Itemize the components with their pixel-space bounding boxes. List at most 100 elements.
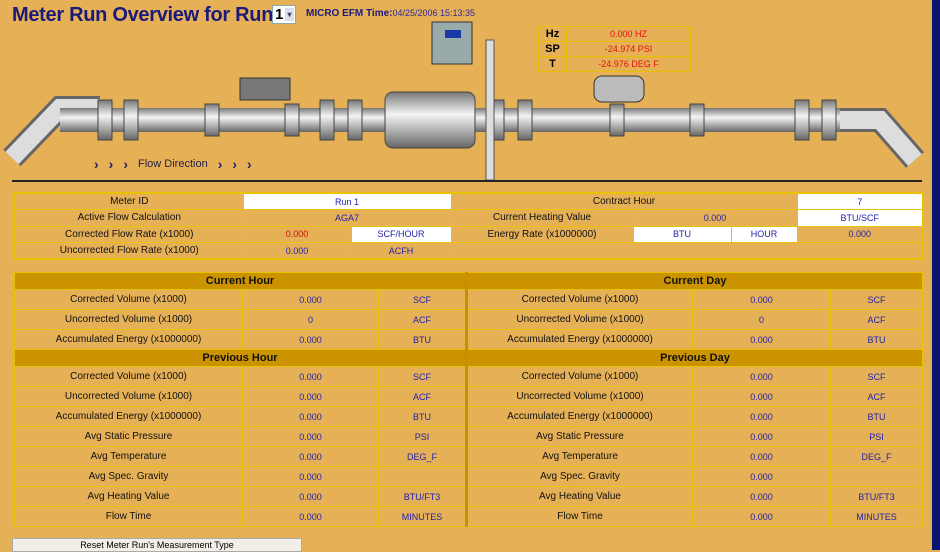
table-row: Flow Time 0.000 MINUTES Flow Time 0.000 MINUT…	[14, 506, 923, 527]
day-unit: BTU/FT3	[830, 486, 923, 507]
table-row: Accumulated Energy (x1000000) 0.000 BTU Acc…	[14, 406, 923, 427]
row-label: Avg Temperature	[465, 446, 693, 467]
hour-value: 0.000	[242, 506, 379, 527]
hour-unit: BTU	[378, 329, 467, 350]
hour-unit: MINUTES	[378, 506, 467, 527]
row-label: Avg Temperature	[14, 446, 243, 467]
time-label: MICRO EFM Time:	[306, 8, 393, 19]
efm-time: MICRO EFM Time:04/25/2006 15:13:35	[306, 8, 475, 19]
empty-cell	[450, 242, 924, 260]
row-label: Accumulated Energy (x1000000)	[465, 329, 693, 350]
hour-value: 0.000	[242, 466, 379, 487]
row-label: Corrected Volume (x1000)	[14, 366, 243, 387]
divider	[12, 180, 922, 182]
process-row: T -24.976 DEG F	[538, 56, 691, 72]
hour-unit: BTU	[378, 406, 467, 427]
day-unit: SCF	[830, 289, 923, 310]
hour-unit: DEG_F	[378, 446, 467, 467]
hour-value: 0.000	[242, 289, 379, 310]
flow-direction: › › › Flow Direction › › ›	[94, 156, 252, 172]
flow-direction-label: Flow Direction	[138, 158, 208, 170]
table-row: Avg Temperature 0.000 DEG_F Avg Temperature…	[14, 446, 923, 467]
hour-unit: SCF	[378, 366, 467, 387]
corrected-rate-unit-field[interactable]: SCF/HOUR	[350, 225, 452, 243]
chevron-right-icon: ›	[94, 156, 99, 172]
meter-id-field[interactable]: Run 1	[242, 192, 452, 210]
table-row: Uncorrected Volume (x1000) 0.000 ACF Uncorr…	[14, 386, 923, 407]
row-label: Uncorrected Volume (x1000)	[14, 386, 243, 407]
day-unit: MINUTES	[830, 506, 923, 527]
uncorrected-rate-unit: ACFH	[350, 242, 452, 260]
row-label: Avg Static Pressure	[14, 426, 243, 447]
section-header-row: Current Hour Current Day	[14, 272, 923, 290]
row-label: Avg Heating Value	[14, 486, 243, 507]
row-label: Accumulated Energy (x1000000)	[14, 329, 243, 350]
hour-value: 0.000	[242, 486, 379, 507]
day-value: 0.000	[692, 386, 831, 407]
chevron-right-icon: ›	[232, 156, 238, 172]
hour-unit: PSI	[378, 426, 467, 447]
day-value: 0.000	[692, 466, 831, 487]
table-row: Avg Spec. Gravity 0.000 Avg Spec. Gravity 0…	[14, 466, 923, 487]
day-value: 0.000	[692, 426, 831, 447]
section-header-row: Previous Hour Previous Day	[14, 349, 923, 367]
table-row: Meter ID Run 1 Contract Hour 7	[14, 192, 924, 210]
active-calc-label: Active Flow Calculation	[14, 209, 244, 227]
process-values-table: Hz 0.000 HZ SP -24.974 PSI T -24.976 DEG F	[538, 26, 691, 72]
chevron-right-icon: ›	[108, 156, 114, 172]
day-value: 0.000	[692, 486, 831, 507]
row-label: Corrected Volume (x1000)	[14, 289, 243, 310]
corrected-rate-label: Corrected Flow Rate (x1000)	[14, 225, 244, 243]
hour-unit: ACF	[378, 386, 467, 407]
hour-value: 0.000	[242, 426, 379, 447]
heating-value-label: Current Heating Value	[450, 209, 634, 227]
hour-unit: BTU/FT3	[378, 486, 467, 507]
row-label: Flow Time	[465, 506, 693, 527]
process-label: T	[538, 56, 567, 72]
day-unit	[830, 466, 923, 487]
row-label: Uncorrected Volume (x1000)	[14, 309, 243, 330]
day-value: 0.000	[692, 366, 831, 387]
time-value: 04/25/2006 15:13:35	[392, 8, 476, 18]
row-label: Avg Spec. Gravity	[465, 466, 693, 487]
table-row: Uncorrected Flow Rate (x1000) 0.000 ACFH	[14, 242, 924, 260]
energy-rate-label: Energy Rate (x1000000)	[450, 225, 634, 243]
heating-unit-field[interactable]: BTU/SCF	[796, 209, 924, 227]
row-label: Flow Time	[14, 506, 243, 527]
efm-device-icon	[431, 21, 473, 65]
hour-value: 0.000	[242, 446, 379, 467]
chevron-right-icon: ›	[123, 156, 129, 172]
row-label: Corrected Volume (x1000)	[465, 289, 693, 310]
day-value: 0.000	[692, 329, 831, 350]
row-label: Accumulated Energy (x1000000)	[465, 406, 693, 427]
process-value: -24.974 PSI	[566, 41, 691, 57]
day-unit: PSI	[830, 426, 923, 447]
day-unit: BTU	[830, 406, 923, 427]
section-header: Current Hour	[14, 272, 467, 290]
process-row: Hz 0.000 HZ	[538, 26, 691, 42]
table-row: Avg Static Pressure 0.000 PSI Avg Static Pr…	[14, 426, 923, 447]
energy-unit-field[interactable]: BTU	[632, 225, 732, 243]
energy-time-unit-field[interactable]: HOUR	[730, 225, 798, 243]
hour-value: 0.000	[242, 366, 379, 387]
day-unit: BTU	[830, 329, 923, 350]
scrollbar[interactable]	[932, 0, 940, 550]
row-label: Uncorrected Volume (x1000)	[465, 386, 693, 407]
section-header: Previous Hour	[14, 349, 467, 367]
day-unit: ACF	[830, 386, 923, 407]
day-value: 0.000	[692, 289, 831, 310]
day-unit: DEG_F	[830, 446, 923, 467]
row-label: Uncorrected Volume (x1000)	[465, 309, 693, 330]
contract-hour-field[interactable]: 7	[796, 192, 924, 210]
day-unit: ACF	[830, 309, 923, 330]
process-row: SP -24.974 PSI	[538, 41, 691, 57]
day-value: 0.000	[692, 506, 831, 527]
day-unit: SCF	[830, 366, 923, 387]
day-value: 0.000	[692, 446, 831, 467]
table-row: Corrected Volume (x1000) 0.000 SCF Correcte…	[14, 289, 923, 310]
table-row: Corrected Volume (x1000) 0.000 SCF Correcte…	[14, 366, 923, 387]
hour-value: 0.000	[242, 329, 379, 350]
process-value: 0.000 HZ	[566, 26, 691, 42]
hour-unit	[378, 466, 467, 487]
row-label: Corrected Volume (x1000)	[465, 366, 693, 387]
